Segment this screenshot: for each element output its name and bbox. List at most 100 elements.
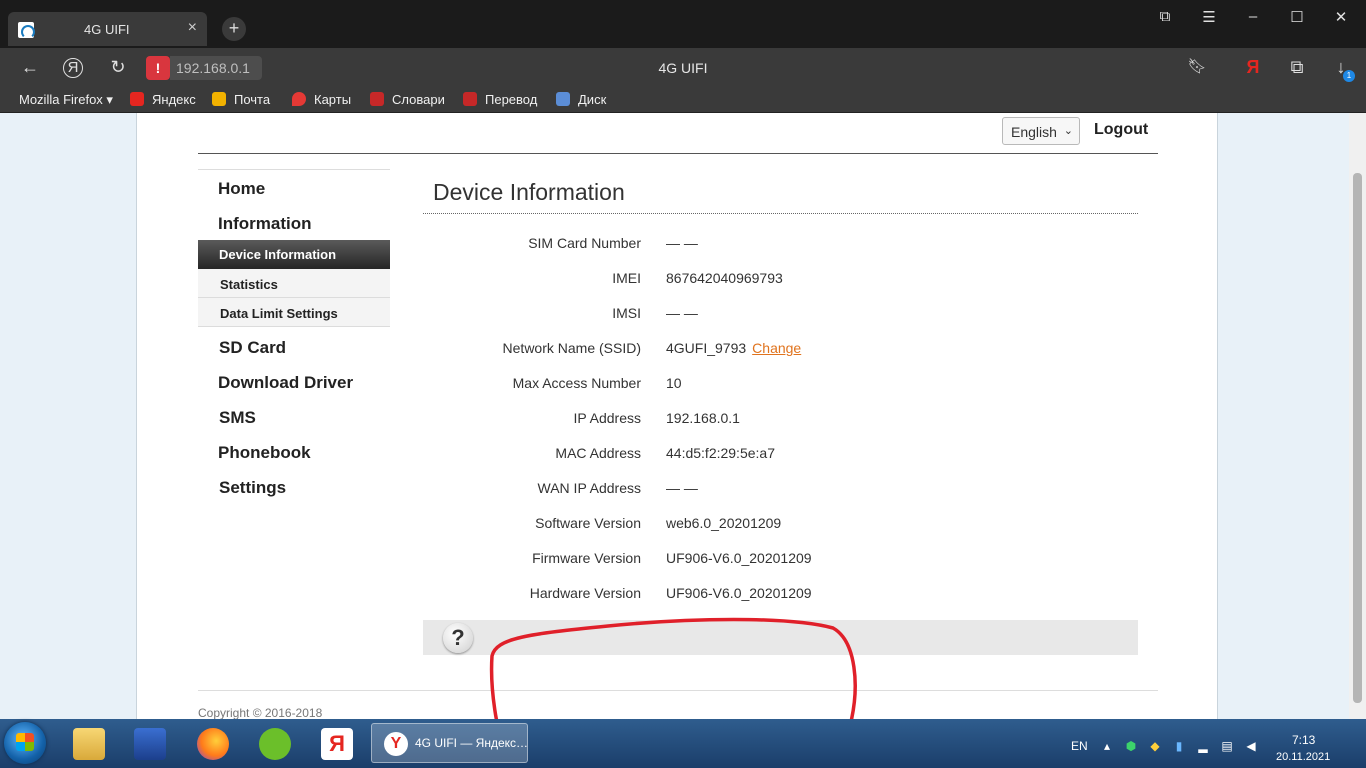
browser-nav-bar: ← Я ↻ ! 192.168.0.1 4G UIFI 🔖︎ Я ⧉ ↓ 1: [0, 48, 1366, 88]
tray-expand-icon[interactable]: ▴: [1100, 739, 1114, 753]
value-ip-address: 192.168.0.1: [666, 410, 740, 426]
menu-phonebook[interactable]: Phonebook: [218, 443, 311, 463]
network-signal-icon[interactable]: ▂: [1196, 739, 1210, 753]
scrollbar-thumb[interactable]: [1353, 173, 1362, 703]
help-bar: ?: [423, 620, 1138, 655]
value-hardware-version: UF906-V6.0_20201209: [666, 585, 812, 601]
browser-tab-bar: 4G UIFI × + ⧉ ☰ – ☐ ✕: [0, 0, 1366, 48]
bookmark-dictionary[interactable]: Словари: [370, 92, 445, 107]
label-imsi: IMSI: [612, 305, 641, 321]
value-wan-ip-address: — —: [666, 480, 698, 496]
window-close-icon[interactable]: ✕: [1331, 8, 1351, 26]
yandex-home-icon[interactable]: Я: [63, 58, 83, 78]
label-max-access-number: Max Access Number: [512, 375, 641, 391]
submenu-data-limit-settings[interactable]: Data Limit Settings: [198, 298, 390, 327]
menu-sms[interactable]: SMS: [219, 408, 256, 428]
bookmark-mozilla-firefox[interactable]: Mozilla Firefox ▾: [19, 92, 113, 108]
security-shield-icon[interactable]: ⬢: [1124, 739, 1138, 753]
floppy-xp-icon[interactable]: [134, 728, 166, 760]
menu-sd-card[interactable]: SD Card: [219, 338, 286, 358]
taskbar-window-label: 4G UIFI — Яндекс…: [415, 736, 529, 750]
logout-link[interactable]: Logout: [1094, 121, 1148, 139]
bookmarks-bar: Mozilla Firefox ▾ Яндекс Почта Карты Сло…: [0, 88, 1366, 113]
page-scrollbar[interactable]: [1349, 113, 1366, 719]
copyright-text: Copyright © 2016-2018: [198, 706, 323, 719]
new-tab-button[interactable]: +: [222, 17, 246, 41]
clock-date[interactable]: 20.11.2021: [1276, 751, 1330, 763]
wifi-favicon-icon: [18, 22, 35, 39]
value-mac-address: 44:d5:f2:29:5e:a7: [666, 445, 775, 461]
network-adapter-icon[interactable]: ▤: [1220, 739, 1234, 753]
header-divider: [198, 153, 1158, 154]
value-sim-card-number: — —: [666, 235, 698, 251]
yandex-browser-icon[interactable]: Я: [321, 728, 353, 760]
maps-icon: [292, 92, 306, 106]
bookmark-mail[interactable]: Почта: [212, 92, 270, 107]
firefox-icon[interactable]: [197, 728, 229, 760]
submenu-device-information[interactable]: Device Information: [198, 240, 390, 269]
bookmark-maps[interactable]: Карты: [292, 92, 351, 107]
label-software-version: Software Version: [535, 515, 641, 531]
yandex-icon: [130, 92, 144, 106]
submenu-statistics[interactable]: Statistics: [198, 269, 390, 298]
bluetooth-icon[interactable]: ▮: [1172, 739, 1186, 753]
windows-logo-icon: [16, 733, 34, 751]
keyboard-language[interactable]: EN: [1071, 739, 1088, 753]
windows-taskbar: Я Y 4G UIFI — Яндекс… EN ▴ ⬢ ◆ ▮ ▂ ▤ ◀ 7…: [0, 719, 1366, 768]
menu-download-driver[interactable]: Download Driver: [218, 373, 353, 393]
label-hardware-version: Hardware Version: [529, 585, 641, 601]
page-viewport: English ⌄ Logout Home Information Device…: [0, 113, 1366, 719]
yandex-window-icon: Y: [384, 732, 408, 756]
language-select[interactable]: English ⌄: [1002, 117, 1080, 145]
address-bar[interactable]: 192.168.0.1: [170, 56, 262, 80]
downloads-badge: 1: [1343, 70, 1355, 82]
bookmark-icon[interactable]: 🔖︎: [1186, 57, 1208, 75]
bookmarks-panel-icon[interactable]: ⧉: [1155, 8, 1175, 25]
value-software-version: web6.0_20201209: [666, 515, 782, 531]
value-imei: 867642040969793: [666, 270, 783, 286]
value-max-access-number: 10: [666, 375, 682, 391]
label-firmware-version: Firmware Version: [532, 550, 641, 566]
menu-divider: [198, 169, 390, 170]
page-title: Device Information: [433, 179, 625, 205]
footer-divider: [198, 690, 1158, 691]
router-page: English ⌄ Logout Home Information Device…: [136, 113, 1218, 719]
collections-icon[interactable]: ⧉: [1286, 57, 1308, 78]
bookmark-disk[interactable]: Диск: [556, 92, 606, 107]
menu-settings[interactable]: Settings: [219, 478, 286, 498]
label-network-name: Network Name (SSID): [502, 340, 641, 356]
label-wan-ip-address: WAN IP Address: [537, 480, 641, 496]
label-imei: IMEI: [612, 270, 641, 286]
yandex-profile-icon[interactable]: Я: [1242, 57, 1264, 78]
minimize-icon[interactable]: –: [1243, 8, 1263, 25]
label-ip-address: IP Address: [573, 410, 641, 426]
back-icon[interactable]: ←: [19, 57, 41, 78]
label-mac-address: MAC Address: [555, 445, 641, 461]
bookmark-yandex[interactable]: Яндекс: [130, 92, 196, 107]
value-firmware-version: UF906-V6.0_20201209: [666, 550, 812, 566]
clock-time[interactable]: 7:13: [1292, 733, 1315, 747]
disk-icon: [556, 92, 570, 106]
dictionary-icon: [370, 92, 384, 106]
browser-tab[interactable]: 4G UIFI ×: [8, 12, 207, 46]
utorrent-icon[interactable]: [259, 728, 291, 760]
tab-close-icon[interactable]: ×: [188, 19, 197, 37]
menu-home[interactable]: Home: [218, 179, 265, 199]
ssid-text: 4GUFI_9793: [666, 340, 747, 356]
bookmark-translate[interactable]: Перевод: [463, 92, 537, 107]
reload-icon[interactable]: ↻: [107, 57, 129, 78]
maximize-icon[interactable]: ☐: [1287, 8, 1307, 26]
menu-information[interactable]: Information: [218, 214, 312, 234]
value-imsi: — —: [666, 305, 698, 321]
help-icon[interactable]: ?: [443, 623, 473, 653]
explorer-icon[interactable]: [73, 728, 105, 760]
change-ssid-link[interactable]: Change: [752, 340, 801, 356]
taskbar-active-window[interactable]: Y 4G UIFI — Яндекс…: [371, 723, 528, 763]
start-button[interactable]: [4, 722, 46, 764]
tab-title: 4G UIFI: [84, 22, 130, 37]
tray-app-icon[interactable]: ◆: [1148, 739, 1162, 753]
insecure-warning-icon[interactable]: !: [146, 56, 170, 80]
label-sim-card-number: SIM Card Number: [528, 235, 641, 251]
menu-icon[interactable]: ☰: [1199, 8, 1219, 26]
volume-icon[interactable]: ◀: [1244, 739, 1258, 753]
